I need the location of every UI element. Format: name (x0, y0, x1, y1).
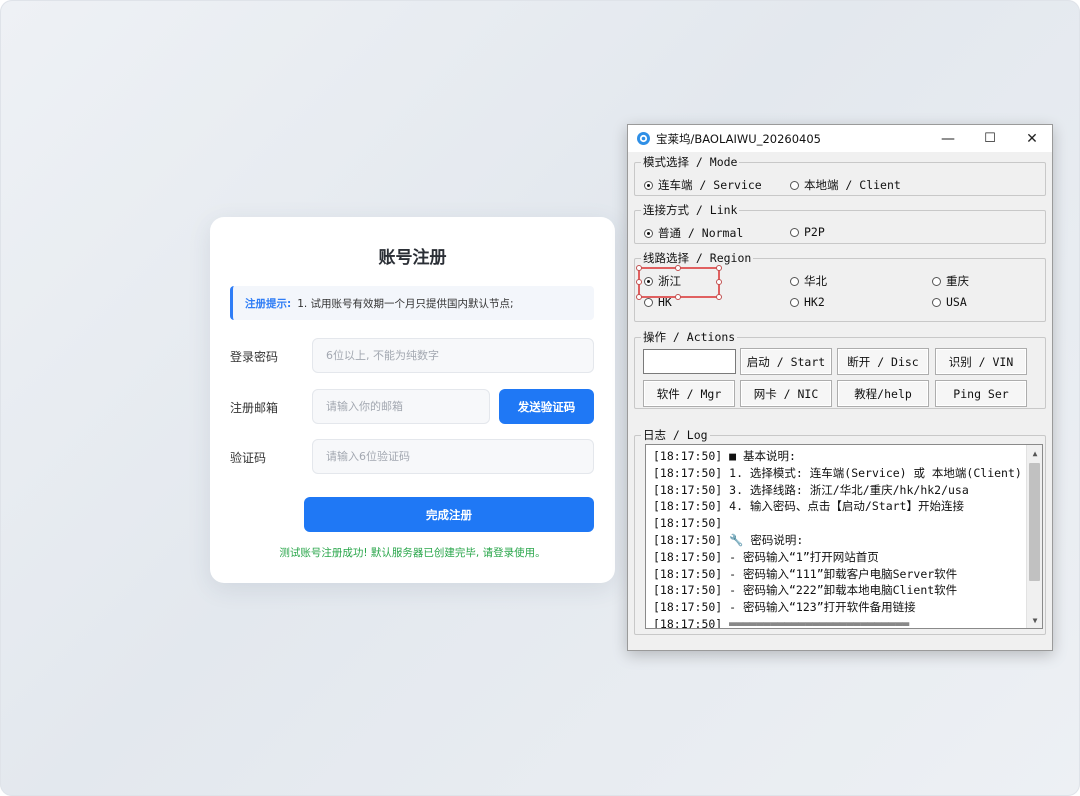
radio-region-chongqing[interactable]: 重庆 (932, 273, 969, 289)
code-field-wrap (312, 439, 594, 474)
radio-region-huabei[interactable]: 华北 (790, 273, 827, 289)
password-label: 登录密码 (230, 350, 279, 364)
scroll-thumb[interactable] (1029, 463, 1040, 581)
radio-label: 本地端 / Client (804, 178, 901, 192)
log-line: [18:17:50] 4. 输入密码、点击【启动/Start】开始连接 (653, 499, 964, 514)
resize-handle (636, 279, 642, 285)
email-field-wrap (312, 389, 490, 424)
radio-mode-client[interactable]: 本地端 / Client (790, 177, 901, 193)
app-logo-icon (637, 132, 650, 145)
email-input[interactable] (313, 390, 489, 423)
log-line: [18:17:50] - 密码输入“1”打开网站首页 (653, 549, 879, 564)
radio-label: 连车端 / Service (658, 178, 762, 192)
radio-label: USA (946, 295, 967, 309)
password-entry-wrap (643, 349, 736, 374)
resize-handle (636, 265, 642, 271)
radio-label: HK (658, 295, 672, 309)
mode-legend: 模式选择 / Mode (641, 154, 740, 170)
radio-region-zhejiang[interactable]: 浙江 (644, 273, 681, 289)
resize-handle (675, 294, 681, 300)
resize-handle (636, 294, 642, 300)
log-legend: 日志 / Log (641, 427, 710, 443)
radio-dot (790, 180, 799, 190)
help-button[interactable]: 教程/help (837, 380, 929, 407)
radio-dot (790, 276, 799, 286)
scroll-up-icon[interactable]: ▲ (1027, 445, 1042, 461)
log-line: [18:17:50] - 密码输入“111”卸载客户电脑Server软件 (653, 566, 958, 581)
start-button[interactable]: 启动 / Start (740, 348, 832, 375)
log-scrollbar[interactable]: ▲ ▼ (1026, 445, 1042, 628)
log-line: [18:17:50] - 密码输入“123”打开软件备用链接 (653, 600, 916, 615)
log-textbox[interactable]: [18:17:50] ■ 基本说明: [18:17:50] 1. 选择模式: 连… (645, 444, 1043, 629)
radio-dot (644, 276, 653, 286)
software-mgr-button[interactable]: 软件 / Mgr (643, 380, 735, 407)
log-line: [18:17:50] - 密码输入“222”卸载本地电脑Client软件 (653, 583, 958, 598)
actions-group: 操作 / Actions 启动 / Start 断开 / Disc 识别 / V… (634, 329, 1046, 409)
password-entry-input[interactable] (644, 350, 735, 373)
radio-region-usa[interactable]: USA (932, 295, 967, 309)
register-card: 账号注册 注册提示: 1. 试用账号有效期一个月只提供国内默认节点; 登录密码 … (210, 217, 615, 583)
radio-label: 普通 / Normal (658, 226, 744, 240)
resize-handle (716, 265, 722, 271)
radio-dot (644, 180, 653, 190)
disconnect-button[interactable]: 断开 / Disc (837, 348, 929, 375)
register-tip: 注册提示: 1. 试用账号有效期一个月只提供国内默认节点; (230, 286, 594, 320)
ping-server-button[interactable]: Ping Ser (935, 380, 1027, 407)
link-group: 连接方式 / Link 普通 / Normal P2P (634, 202, 1046, 244)
radio-label: 华北 (804, 274, 827, 288)
maximize-icon[interactable]: ☐ (970, 125, 1010, 152)
log-line: [18:17:50] 1. 选择模式: 连车端(Service) 或 本地端(C… (653, 465, 1022, 480)
log-lines: [18:17:50] ■ 基本说明: [18:17:50] 1. 选择模式: 连… (653, 448, 1023, 629)
resize-handle (716, 279, 722, 285)
radio-dot (790, 227, 799, 237)
card-title: 账号注册 (378, 248, 447, 268)
password-field-wrap (312, 338, 594, 373)
radio-region-hk[interactable]: HK (644, 295, 672, 309)
region-legend: 线路选择 / Region (641, 250, 754, 266)
log-group: 日志 / Log [18:17:50] ■ 基本说明: [18:17:50] 1… (634, 427, 1046, 635)
window-title: 宝莱坞/BAOLAIWU_20260405 (656, 132, 821, 146)
radio-label: 浙江 (658, 274, 681, 288)
close-icon[interactable]: ✕ (1012, 125, 1052, 152)
resize-handle (716, 294, 722, 300)
log-line: [18:17:50] 🔧 密码说明: (653, 532, 804, 547)
app-window: 宝莱坞/BAOLAIWU_20260405 — ☐ ✕ 模式选择 / Mode … (627, 124, 1053, 651)
email-label: 注册邮箱 (230, 401, 279, 415)
log-line: [18:17:50] 3. 选择线路: 浙江/华北/重庆/hk/hk2/usa (653, 482, 969, 497)
radio-mode-service[interactable]: 连车端 / Service (644, 177, 762, 193)
radio-link-normal[interactable]: 普通 / Normal (644, 225, 743, 241)
nic-button[interactable]: 网卡 / NIC (740, 380, 832, 407)
success-message: 测试账号注册成功! 默认服务器已创建完毕, 请登录使用。 (279, 547, 546, 559)
radio-dot (932, 297, 941, 307)
log-line: [18:17:50] ■ 基本说明: (653, 449, 796, 463)
radio-dot (644, 228, 653, 238)
resize-handle (675, 265, 681, 271)
code-input[interactable] (313, 440, 593, 473)
log-line: [18:17:50] ══════════════════════════ (653, 616, 910, 629)
radio-link-p2p[interactable]: P2P (790, 225, 825, 239)
tip-text: 1. 试用账号有效期一个月只提供国内默认节点; (297, 297, 514, 310)
radio-label: HK2 (804, 295, 825, 309)
submit-register-button[interactable]: 完成注册 (304, 497, 594, 532)
tip-label: 注册提示: (245, 297, 292, 310)
code-label: 验证码 (230, 451, 267, 465)
radio-label: P2P (804, 225, 825, 239)
radio-label: 重庆 (946, 274, 969, 288)
send-code-button[interactable]: 发送验证码 (499, 389, 594, 424)
title-bar[interactable]: 宝莱坞/BAOLAIWU_20260405 — ☐ ✕ (628, 125, 1052, 152)
radio-dot (790, 297, 799, 307)
minimize-icon[interactable]: — (928, 125, 968, 152)
radio-region-hk2[interactable]: HK2 (790, 295, 825, 309)
vin-button[interactable]: 识别 / VIN (935, 348, 1027, 375)
actions-legend: 操作 / Actions (641, 329, 738, 345)
radio-dot (644, 297, 653, 307)
log-line: [18:17:50] (653, 516, 723, 531)
radio-dot (932, 276, 941, 286)
scroll-down-icon[interactable]: ▼ (1027, 612, 1042, 628)
mode-group: 模式选择 / Mode 连车端 / Service 本地端 / Client (634, 154, 1046, 196)
link-legend: 连接方式 / Link (641, 202, 740, 218)
region-group: 线路选择 / Region 浙江 华北 重庆 HK HK2 USA (634, 250, 1046, 322)
password-input[interactable] (313, 339, 593, 372)
